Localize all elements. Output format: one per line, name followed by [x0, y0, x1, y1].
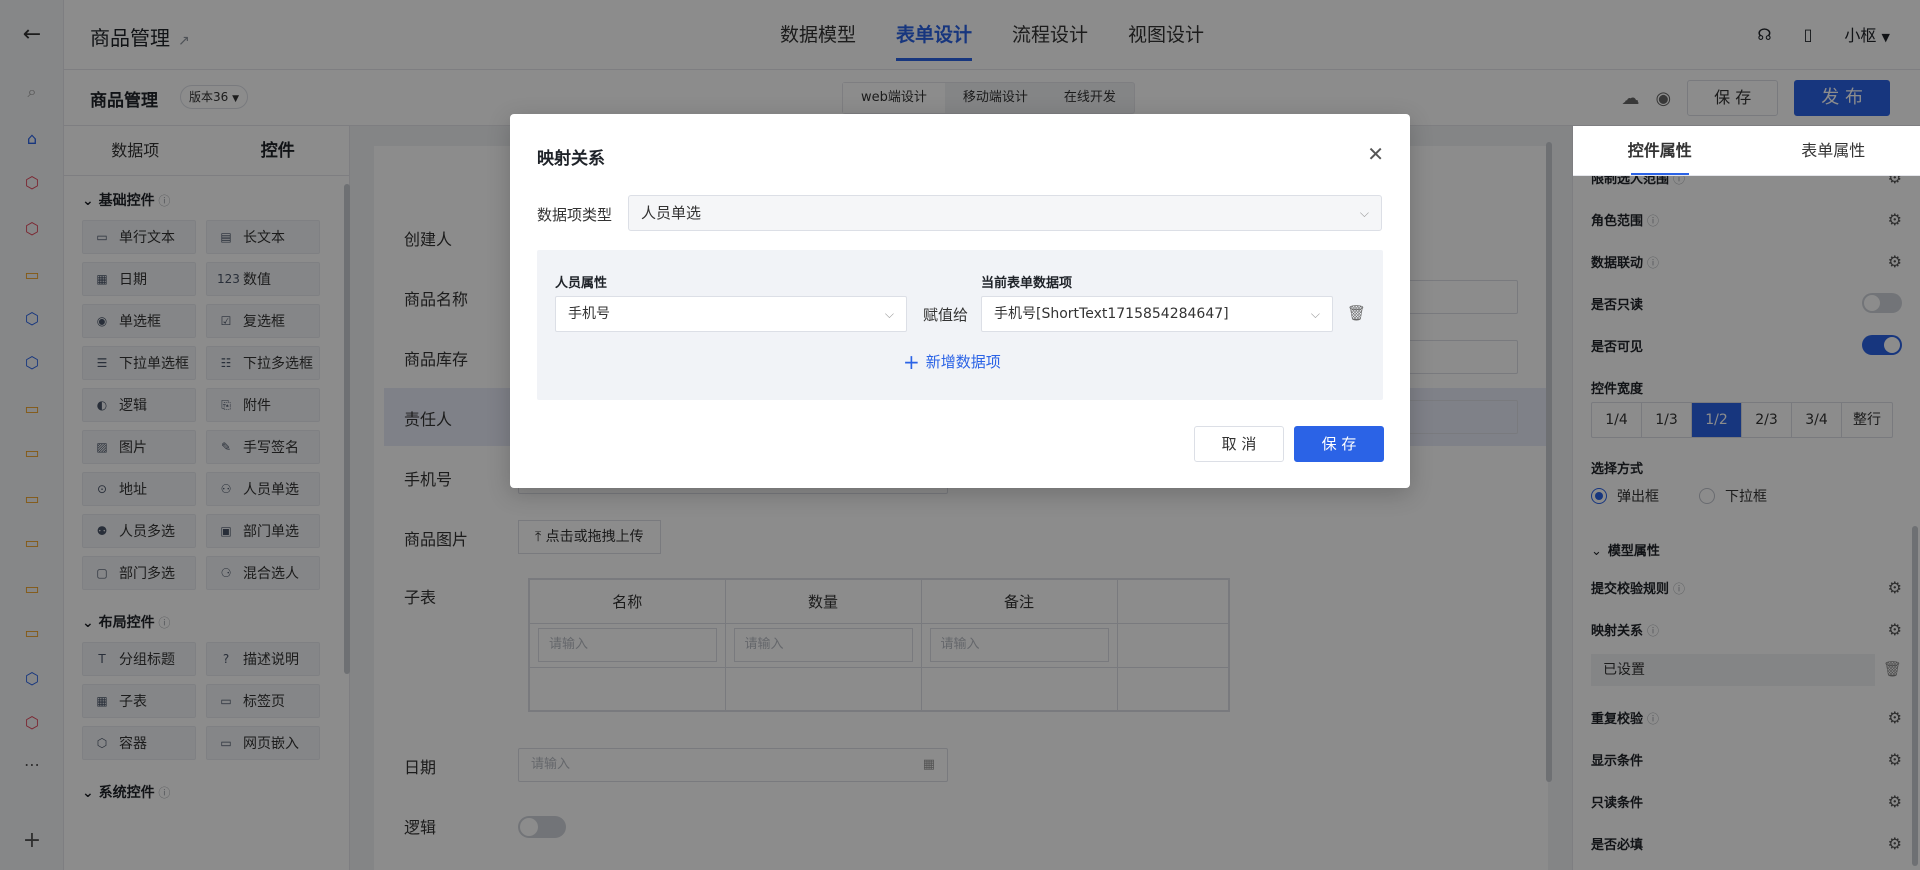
mapping-rows: 人员属性 当前表单数据项 手机号 ⌵ 赋值给 手机号[ShortText17158… [537, 250, 1383, 400]
tab-form-props[interactable]: 表单属性 [1747, 126, 1920, 175]
dialog-title: 映射关系 [537, 149, 605, 169]
target-field-select[interactable]: 手机号[ShortText1715854284647] ⌵ [981, 296, 1333, 332]
plus-icon: + [903, 350, 920, 374]
mapping-dialog: 映射关系 ✕ 数据项类型 人员单选 ⌵ 人员属性 当前表单数据项 手机号 ⌵ 赋值给… [510, 114, 1410, 488]
chevron-down-icon: ⌵ [1310, 307, 1320, 321]
right-tabs: 控件属性 表单属性 [1573, 126, 1920, 176]
assign-label: 赋值给 [923, 306, 969, 324]
close-icon[interactable]: ✕ [1367, 142, 1384, 166]
data-type-select[interactable]: 人员单选 ⌵ [628, 195, 1382, 231]
chevron-down-icon: ⌵ [884, 307, 894, 321]
cancel-button[interactable]: 取 消 [1194, 426, 1284, 462]
delete-row-icon[interactable]: 🗑 [1347, 304, 1366, 322]
column-header-source: 人员属性 [555, 276, 608, 291]
tab-control-props[interactable]: 控件属性 [1573, 126, 1747, 175]
save-button[interactable]: 保 存 [1294, 426, 1384, 462]
type-label: 数据项类型 [537, 206, 613, 224]
add-mapping-button[interactable]: + 新增数据项 [903, 350, 1001, 374]
dialog-actions: 取 消 保 存 [1194, 426, 1384, 462]
chevron-down-icon: ⌵ [1359, 206, 1369, 220]
column-header-target: 当前表单数据项 [981, 276, 1073, 291]
source-attribute-select[interactable]: 手机号 ⌵ [555, 296, 907, 332]
